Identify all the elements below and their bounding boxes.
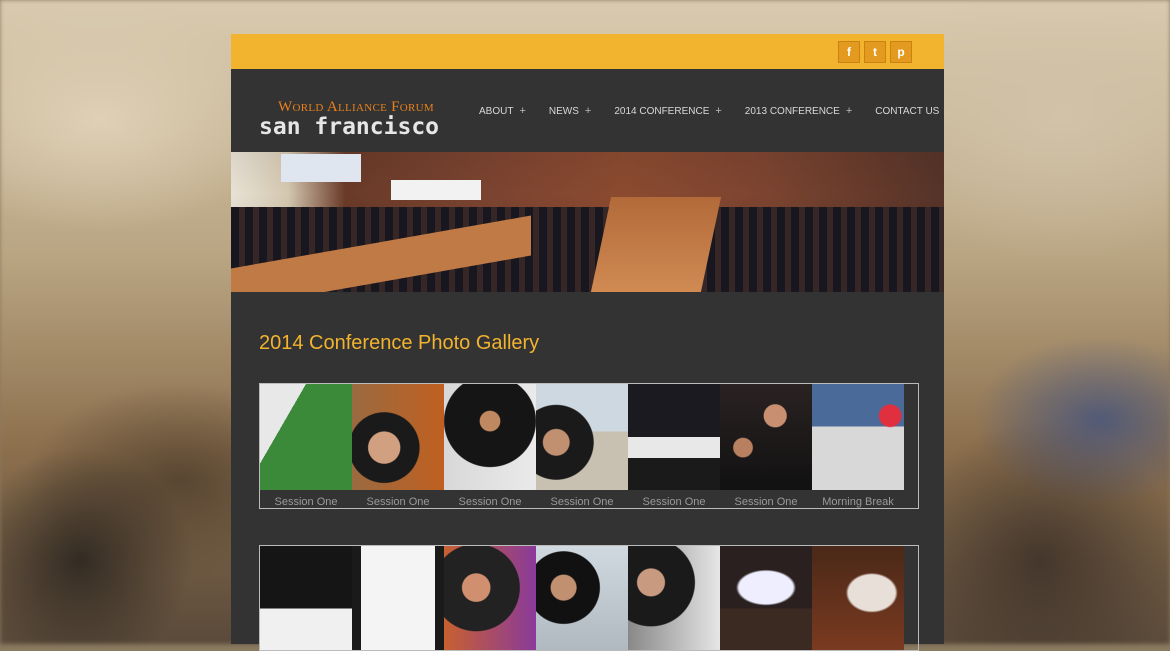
gallery-thumbnail[interactable]: [260, 546, 352, 650]
gallery-row: Session One Session One Session One Sess…: [259, 383, 919, 509]
gallery-thumbnail[interactable]: [444, 384, 536, 490]
logo-title: san francisco: [259, 114, 440, 140]
gallery-thumbnail[interactable]: [536, 546, 628, 650]
pinterest-icon[interactable]: p: [890, 41, 912, 63]
expand-icon: +: [845, 105, 853, 117]
gallery-thumbnail[interactable]: [812, 546, 904, 650]
gallery-item[interactable]: Morning Break: [812, 384, 904, 508]
gallery-thumbnail[interactable]: [720, 384, 812, 490]
gallery-thumbnail[interactable]: [720, 546, 812, 650]
gallery-caption: Morning Break: [822, 496, 894, 508]
nav-about[interactable]: About +: [479, 105, 526, 117]
gallery-caption: Session One: [550, 496, 614, 508]
gallery-caption: Session One: [734, 496, 798, 508]
gallery-item[interactable]: Session One: [628, 384, 720, 508]
gallery-item[interactable]: [628, 546, 720, 650]
gallery-item[interactable]: Session One: [444, 384, 536, 508]
gallery-item[interactable]: [444, 546, 536, 650]
gallery-caption: Session One: [366, 496, 430, 508]
gallery-thumbnail[interactable]: [536, 384, 628, 490]
banner-screen: [281, 154, 361, 182]
expand-icon: +: [715, 105, 722, 117]
gallery-thumbnail[interactable]: [628, 546, 720, 650]
gallery-row: [259, 545, 919, 651]
gallery-thumbnail[interactable]: [260, 384, 352, 490]
gallery-thumbnail[interactable]: [444, 546, 536, 650]
site-header: World Alliance Forum san francisco About…: [231, 69, 944, 152]
gallery-caption: Session One: [274, 496, 338, 508]
gallery-title: 2014 Conference Photo Gallery: [259, 332, 540, 354]
nav-contact-us[interactable]: Contact Us: [875, 105, 939, 117]
nav-label: About: [479, 105, 514, 117]
banner-table-center: [590, 197, 722, 292]
gallery-item[interactable]: [352, 546, 444, 650]
nav-label: News: [548, 105, 579, 117]
banner-stage-table: [391, 180, 481, 200]
gallery-item[interactable]: [536, 546, 628, 650]
expand-icon: +: [584, 105, 592, 117]
nav-label: 2013 Conference: [744, 105, 840, 117]
nav-label: Contact Us: [875, 105, 940, 117]
nav-label: 2014 Conference: [614, 105, 710, 117]
nav-2014-conference[interactable]: 2014 Conference +: [614, 105, 721, 117]
twitter-icon[interactable]: t: [864, 41, 886, 63]
nav-news[interactable]: News +: [549, 105, 591, 117]
social-links: f t p: [838, 41, 912, 63]
gallery-caption: Session One: [642, 496, 706, 508]
top-bar: f t p: [231, 34, 944, 69]
main-nav: About + News + 2014 Conference + 2013 Co…: [479, 105, 939, 117]
gallery-caption: Session One: [458, 496, 522, 508]
gallery-item[interactable]: Session One: [536, 384, 628, 508]
gallery-thumbnail[interactable]: [812, 384, 904, 490]
gallery-item[interactable]: Session One: [260, 384, 352, 508]
gallery-item[interactable]: [720, 546, 812, 650]
site-logo[interactable]: World Alliance Forum san francisco: [259, 99, 439, 140]
page-container: f t p World Alliance Forum san francisco…: [231, 34, 944, 651]
main-content: 2014 Conference Photo Gallery Session On…: [231, 332, 944, 651]
expand-icon: +: [519, 105, 526, 117]
gallery-item[interactable]: [812, 546, 904, 650]
gallery-item[interactable]: [260, 546, 352, 650]
facebook-icon[interactable]: f: [838, 41, 860, 63]
hero-banner-image: [231, 152, 944, 292]
gallery-item[interactable]: Session One: [352, 384, 444, 508]
gallery-item[interactable]: Session One: [720, 384, 812, 508]
gallery-thumbnail[interactable]: [628, 384, 720, 490]
gallery-thumbnail[interactable]: [352, 546, 444, 650]
gallery-thumbnail[interactable]: [352, 384, 444, 490]
nav-2013-conference[interactable]: 2013 Conference +: [745, 105, 852, 117]
